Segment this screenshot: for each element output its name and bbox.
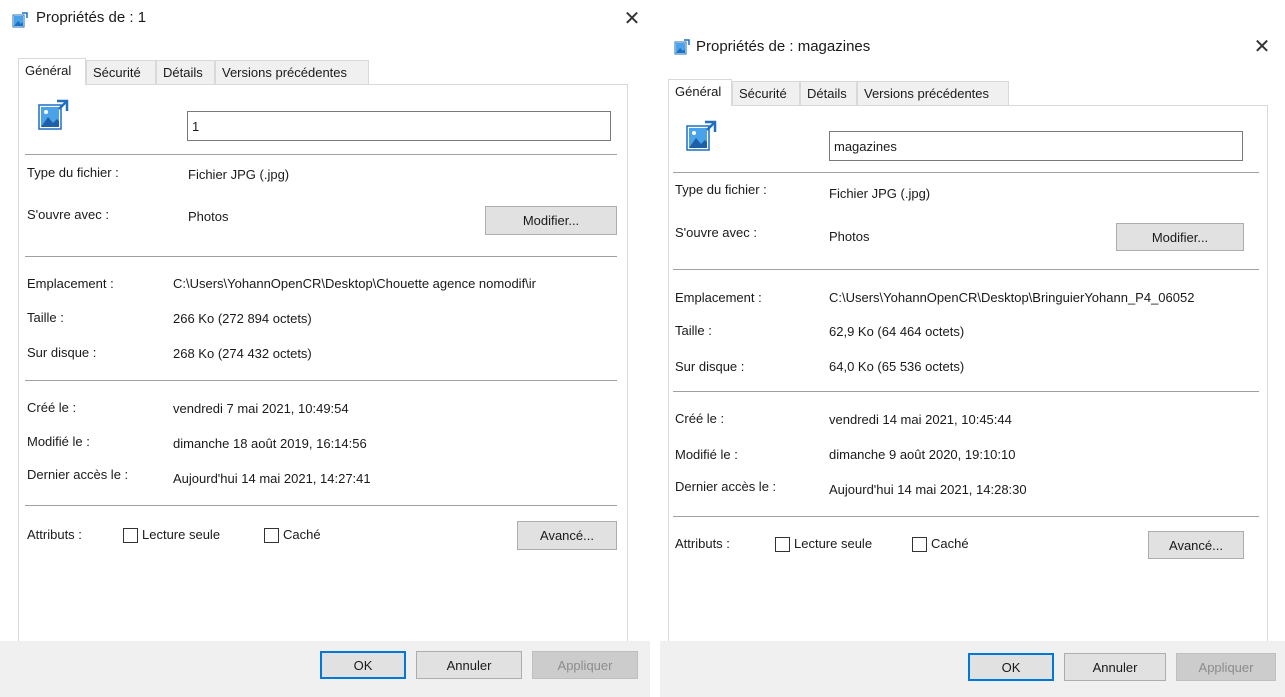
read-only-checkbox[interactable] (775, 537, 790, 552)
title-bar: Propriétés de : magazines ✕ (660, 0, 1285, 58)
opens-with-label: S'ouvre avec : (675, 225, 757, 240)
modified-value: dimanche 9 août 2020, 19:10:10 (829, 447, 1016, 462)
separator (25, 154, 617, 155)
opens-with-value: Photos (188, 209, 229, 224)
hidden-label: Caché (283, 527, 321, 542)
on-disk-value: 64,0 Ko (65 536 octets) (829, 359, 965, 374)
separator (673, 172, 1259, 173)
title-bar: Propriétés de : 1 ✕ (0, 0, 650, 40)
file-name-input[interactable] (829, 131, 1243, 161)
properties-dialog-magazines: Propriétés de : magazines ✕ Général Sécu… (660, 0, 1285, 697)
window-title: Propriétés de : magazines (696, 38, 871, 55)
file-name-input[interactable] (187, 111, 611, 141)
properties-dialog-1: Propriétés de : 1 ✕ Général Sécurité Dét… (0, 0, 650, 697)
modify-button[interactable]: Modifier... (485, 206, 617, 235)
separator (25, 256, 617, 257)
tab-previous-versions[interactable]: Versions précédentes (857, 81, 1009, 105)
location-label: Emplacement : (675, 290, 762, 305)
size-label: Taille : (27, 310, 64, 325)
file-type-value: Fichier JPG (.jpg) (188, 167, 290, 182)
image-file-icon (686, 120, 717, 151)
tab-previous-versions[interactable]: Versions précédentes (215, 60, 369, 84)
tab-security[interactable]: Sécurité (86, 60, 156, 84)
advanced-button[interactable]: Avancé... (1148, 531, 1244, 559)
created-label: Créé le : (27, 400, 77, 415)
created-label: Créé le : (675, 411, 725, 426)
apply-button: Appliquer (532, 651, 638, 679)
read-only-label: Lecture seule (794, 536, 873, 551)
on-disk-label: Sur disque : (675, 359, 745, 374)
modified-label: Modifié le : (27, 434, 90, 449)
attributes-label: Attributs : (27, 527, 82, 542)
separator (673, 391, 1259, 392)
opens-with-value: Photos (829, 229, 870, 244)
image-file-icon (12, 12, 28, 28)
window-title: Propriétés de : 1 (36, 9, 147, 26)
size-value: 62,9 Ko (64 464 octets) (829, 324, 965, 339)
modified-value: dimanche 18 août 2019, 16:14:56 (173, 436, 367, 451)
location-label: Emplacement : (27, 276, 114, 291)
location-value: C:\Users\YohannOpenCR\Desktop\BringuierY… (829, 290, 1195, 305)
tab-details[interactable]: Détails (156, 60, 215, 84)
hidden-label: Caché (931, 536, 969, 551)
ok-button[interactable]: OK (968, 653, 1054, 681)
file-type-value: Fichier JPG (.jpg) (829, 186, 931, 201)
image-file-icon (38, 99, 69, 130)
file-type-label: Type du fichier : (675, 182, 767, 197)
general-panel: Type du fichier : Fichier JPG (.jpg) S'o… (668, 105, 1268, 642)
hidden-checkbox[interactable] (264, 528, 279, 543)
size-label: Taille : (675, 323, 712, 338)
close-icon[interactable]: ✕ (1250, 36, 1274, 60)
created-value: vendredi 7 mai 2021, 10:49:54 (173, 401, 349, 416)
opens-with-label: S'ouvre avec : (27, 207, 109, 222)
accessed-value: Aujourd'hui 14 mai 2021, 14:28:30 (829, 482, 1027, 497)
tab-general[interactable]: Général (668, 79, 732, 106)
tab-bar: Général Sécurité Détails Versions précéd… (668, 79, 1268, 106)
accessed-label: Dernier accès le : (27, 467, 129, 482)
modified-label: Modifié le : (675, 447, 738, 462)
dialog-footer: OK Annuler Appliquer (0, 641, 650, 697)
tab-bar: Général Sécurité Détails Versions précéd… (18, 58, 628, 85)
close-icon[interactable]: ✕ (620, 8, 644, 32)
dialog-footer: OK Annuler Appliquer (660, 641, 1285, 697)
accessed-label: Dernier accès le : (675, 479, 777, 494)
read-only-checkbox[interactable] (123, 528, 138, 543)
on-disk-label: Sur disque : (27, 345, 97, 360)
separator (673, 269, 1259, 270)
general-panel: Type du fichier : Fichier JPG (.jpg) S'o… (18, 84, 628, 642)
cancel-button[interactable]: Annuler (416, 651, 522, 679)
separator (673, 516, 1259, 517)
ok-button[interactable]: OK (320, 651, 406, 679)
on-disk-value: 268 Ko (274 432 octets) (173, 346, 312, 361)
tab-general[interactable]: Général (18, 58, 86, 85)
separator (25, 505, 617, 506)
tab-security[interactable]: Sécurité (732, 81, 800, 105)
image-file-icon (674, 39, 690, 55)
advanced-button[interactable]: Avancé... (517, 521, 617, 550)
size-value: 266 Ko (272 894 octets) (173, 311, 312, 326)
accessed-value: Aujourd'hui 14 mai 2021, 14:27:41 (173, 471, 371, 486)
location-value: C:\Users\YohannOpenCR\Desktop\Chouette a… (173, 276, 537, 291)
tab-details[interactable]: Détails (800, 81, 857, 105)
modify-button[interactable]: Modifier... (1116, 223, 1244, 251)
apply-button: Appliquer (1176, 653, 1276, 681)
read-only-label: Lecture seule (142, 527, 221, 542)
hidden-checkbox[interactable] (912, 537, 927, 552)
separator (25, 380, 617, 381)
attributes-label: Attributs : (675, 536, 730, 551)
cancel-button[interactable]: Annuler (1064, 653, 1166, 681)
file-type-label: Type du fichier : (27, 165, 119, 180)
created-value: vendredi 14 mai 2021, 10:45:44 (829, 412, 1012, 427)
